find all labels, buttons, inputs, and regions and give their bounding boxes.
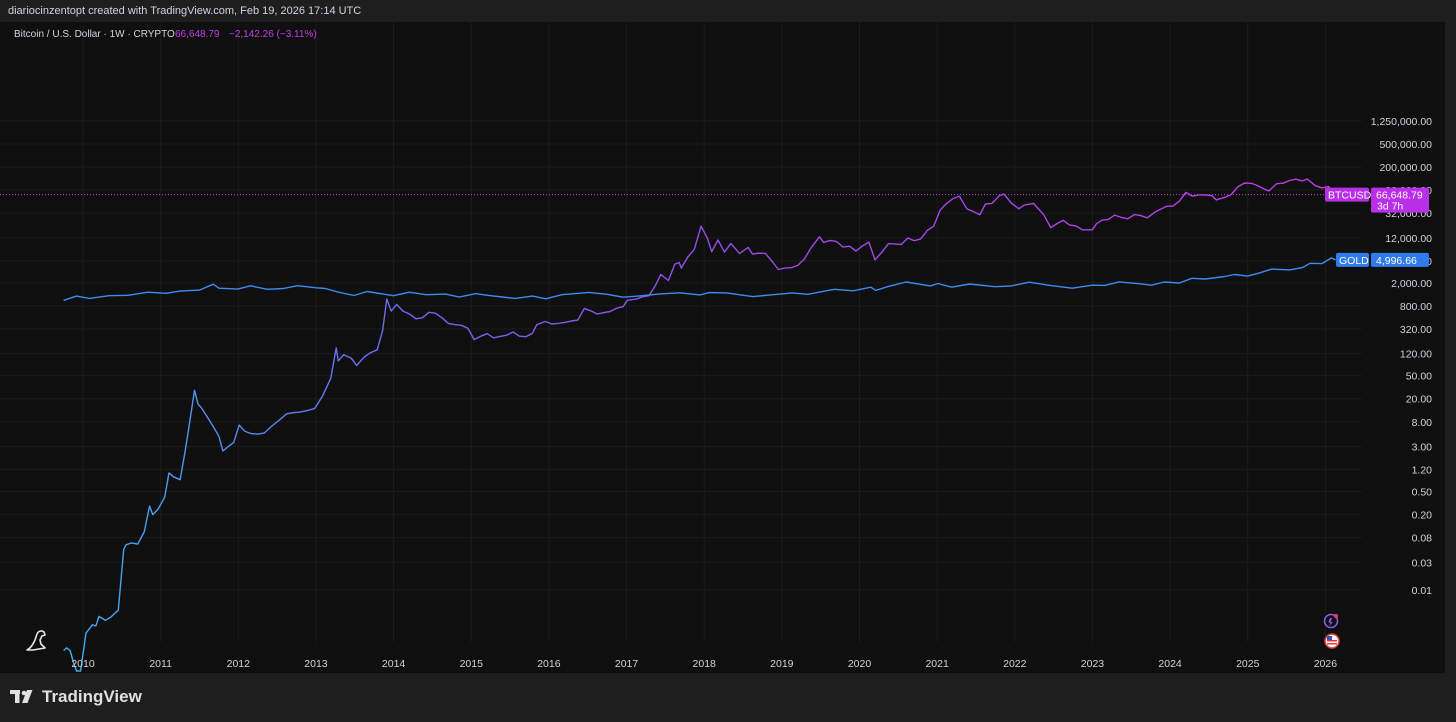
footer-bar bbox=[0, 673, 1456, 722]
y-tick-label: 20.00 bbox=[1406, 394, 1432, 406]
x-tick-label: 2011 bbox=[149, 658, 172, 670]
btcusd-name-label: BTCUSD bbox=[1328, 190, 1372, 202]
y-tick-label: 0.08 bbox=[1412, 533, 1433, 545]
y-tick-label: 3.00 bbox=[1412, 441, 1433, 453]
x-axis[interactable]: 2010 2011 2012 2013 2014 2015 2016 2017 2018 2019… bbox=[71, 658, 1337, 670]
x-tick-label: 2010 bbox=[71, 658, 95, 670]
y-tick-label: 0.20 bbox=[1412, 510, 1433, 522]
y-tick-label: 8.00 bbox=[1412, 417, 1433, 429]
chart-panel[interactable]: 1,250,000.00500,000.00200,000.0080,000.0… bbox=[0, 22, 1445, 673]
legend-symbol[interactable]: Bitcoin / U.S. Dollar · 1W · CRYPTO bbox=[14, 29, 175, 40]
y-tick-label: 0.03 bbox=[1412, 557, 1433, 569]
price-labels: BTCUSD 66,648.793d 7hGOLD 4,996.66 bbox=[1325, 187, 1429, 267]
x-tick-label: 2013 bbox=[304, 658, 328, 670]
x-tick-label: 2025 bbox=[1236, 658, 1260, 670]
y-tick-label: 0.01 bbox=[1412, 585, 1433, 597]
us-flag-icon[interactable] bbox=[1324, 633, 1340, 649]
y-tick-label: 2,000.00 bbox=[1391, 278, 1432, 290]
sparkle-badge-icon[interactable] bbox=[1323, 613, 1339, 629]
legend-change: −2,142.26 (−3.11%) bbox=[229, 29, 317, 40]
y-tick-label: 800.00 bbox=[1400, 301, 1432, 313]
x-tick-label: 2021 bbox=[925, 658, 949, 670]
legend-last: 66,648.79 bbox=[175, 29, 220, 40]
gold-name-label: GOLD bbox=[1339, 255, 1369, 267]
attribution-bar: diariocinzentopt created with TradingVie… bbox=[0, 0, 1456, 22]
x-tick-label: 2022 bbox=[1003, 658, 1027, 670]
x-tick-label: 2015 bbox=[460, 658, 484, 670]
x-tick-label: 2020 bbox=[848, 658, 872, 670]
y-tick-label: 0.50 bbox=[1412, 487, 1433, 499]
y-tick-label: 1,250,000.00 bbox=[1371, 116, 1432, 128]
tradingview-logo[interactable]: TradingView bbox=[10, 687, 142, 707]
tradingview-logo-text: TradingView bbox=[42, 687, 142, 706]
gold-series-line bbox=[63, 257, 1336, 301]
x-tick-label: 2012 bbox=[227, 658, 251, 670]
y-tick-label: 500,000.00 bbox=[1379, 139, 1432, 151]
x-tick-label: 2017 bbox=[615, 658, 639, 670]
chart-grid bbox=[0, 22, 1362, 642]
x-tick-label: 2016 bbox=[537, 658, 561, 670]
y-tick-label: 12,000.00 bbox=[1385, 233, 1432, 245]
y-tick-label: 120.00 bbox=[1400, 349, 1432, 361]
x-tick-label: 2014 bbox=[382, 658, 406, 670]
attribution-text: diariocinzentopt created with TradingVie… bbox=[8, 5, 362, 17]
price-chart[interactable]: 1,250,000.00500,000.00200,000.0080,000.0… bbox=[0, 22, 1445, 673]
y-tick-label: 320.00 bbox=[1400, 324, 1432, 336]
series-layer bbox=[63, 178, 1337, 672]
x-tick-label: 2023 bbox=[1081, 658, 1105, 670]
y-tick-label: 1.20 bbox=[1412, 465, 1433, 477]
btcusd-countdown-label: 3d 7h bbox=[1377, 201, 1403, 213]
x-tick-label: 2026 bbox=[1314, 658, 1338, 670]
y-tick-label: 50.00 bbox=[1406, 371, 1432, 383]
y-tick-label: 200,000.00 bbox=[1379, 162, 1432, 174]
btcusd-series-line bbox=[63, 178, 1337, 672]
gold-price-label: 4,996.66 bbox=[1376, 255, 1417, 267]
x-tick-label: 2019 bbox=[770, 658, 794, 670]
tradingview-logo-icon bbox=[10, 690, 33, 703]
x-tick-label: 2024 bbox=[1158, 658, 1182, 670]
x-tick-label: 2018 bbox=[693, 658, 717, 670]
tv-dino-icon[interactable] bbox=[26, 630, 46, 651]
